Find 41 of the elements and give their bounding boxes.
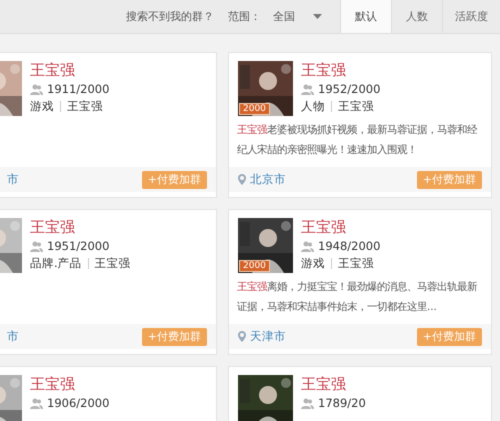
member-count: 1948/2000: [318, 239, 380, 253]
members-icon: [30, 398, 43, 408]
group-name[interactable]: 王宝强: [30, 61, 110, 79]
member-count: 1951/2000: [47, 239, 110, 253]
location-pin-icon: [238, 331, 246, 342]
member-badge: 2000: [239, 103, 270, 115]
group-tag: 王宝强: [338, 256, 374, 271]
group-description: 王宝强老婆被现场抓奸视频，最新马蓉证据，马蓉和经纪人宋喆的亲密照曝光！速速加入围观！: [237, 123, 478, 158]
group-location[interactable]: 市: [0, 172, 19, 187]
members-icon: [301, 240, 314, 252]
group-name[interactable]: 王宝强: [30, 375, 110, 393]
group-name[interactable]: 王宝强: [301, 375, 366, 393]
members-icon: [30, 240, 43, 252]
group-tag: 游戏: [30, 99, 54, 114]
caret-icon: [313, 14, 322, 19]
members-icon: [30, 84, 43, 94]
group-name[interactable]: 王宝强: [30, 218, 131, 236]
group-location[interactable]: 北京市: [250, 172, 286, 187]
group-tag: 王宝强: [94, 256, 131, 271]
group-tag: 王宝强: [67, 99, 103, 114]
help-link[interactable]: 搜索不到我的群？: [126, 9, 214, 24]
members-icon: [301, 398, 314, 408]
group-description: 王宝强离婚，力挺宝宝！最劲爆的消息、马蓉出轨最新证据，马蓉和宋喆事件始末，一切都在这里...: [237, 280, 478, 315]
group-tag: 游戏: [301, 256, 325, 271]
group-location[interactable]: 天津市: [250, 329, 286, 344]
group-name[interactable]: 王宝强: [301, 218, 380, 236]
group-name[interactable]: 王宝强: [301, 61, 380, 79]
sort-tab[interactable]: 默认: [340, 0, 391, 33]
group-tag: 品牌.产品: [30, 256, 82, 271]
group-tag: 人物: [301, 99, 325, 114]
member-badge: 2000: [239, 260, 270, 272]
scope-dropdown[interactable]: 全国: [273, 9, 322, 24]
member-count: 1789/20: [318, 396, 366, 410]
members-icon: [301, 84, 314, 94]
scope-label: 范围：: [228, 9, 261, 24]
member-count: 1952/2000: [318, 82, 380, 96]
member-count: 1906/2000: [47, 396, 110, 410]
group-location[interactable]: 市: [0, 329, 19, 344]
member-count: 1911/2000: [47, 82, 110, 96]
group-tag: 王宝强: [338, 99, 374, 114]
location-pin-icon: [238, 174, 246, 185]
